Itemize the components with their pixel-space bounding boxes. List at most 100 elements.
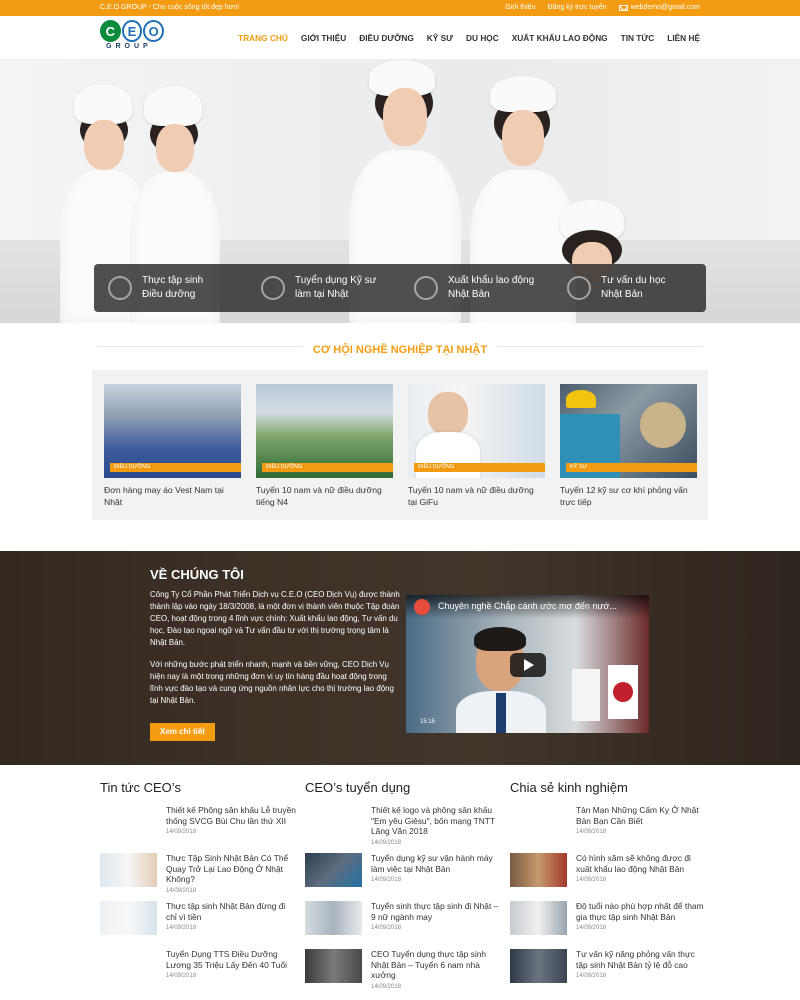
logo-letter-o: O	[143, 20, 165, 42]
news-title[interactable]: Thực Tập Sinh Nhật Bản Có Thể Quay Trở L…	[166, 853, 296, 885]
news-title[interactable]: Thiết kế Phông sân khấu Lễ truyền thống …	[166, 805, 296, 826]
top-link-about[interactable]: Giới thiệu	[505, 4, 535, 11]
column-title: CEO’s tuyển dụng	[305, 780, 411, 795]
career-card[interactable]: KỸ SƯ Tuyển 12 kỹ sư cơ khí phỏng vấn tr…	[560, 384, 697, 508]
card-image: ĐIỀU DƯỠNG	[256, 384, 393, 478]
search-icon	[567, 276, 591, 300]
news-item[interactable]: Tuyển dụng kỹ sư vận hành máy làm việc t…	[305, 853, 505, 901]
video-speaker	[456, 625, 546, 733]
nav-home[interactable]: TRANG CHỦ	[238, 33, 288, 43]
news-item[interactable]: Tư vấn kỹ năng phỏng vấn thực tập sinh N…	[510, 949, 710, 997]
feature-line1: Thực tập sinh	[142, 275, 204, 286]
news-item[interactable]: Thực Tập Sinh Nhật Bản Có Thể Quay Trở L…	[100, 853, 300, 901]
news-thumb[interactable]	[510, 949, 567, 983]
about-section: VỀ CHÚNG TÔI Công Ty Cổ Phần Phát Triển …	[0, 551, 800, 765]
about-title: VỀ CHÚNG TÔI	[150, 567, 244, 582]
news-title[interactable]: Tư vấn kỹ năng phỏng vấn thực tập sinh N…	[576, 949, 706, 970]
tools-icon	[261, 276, 285, 300]
feature-line2: Điều dưỡng	[142, 289, 196, 300]
mail-icon	[618, 4, 628, 11]
top-links: Giới thiệu Đăng ký trực tuyến webdemo@gm…	[505, 4, 700, 11]
globe-icon	[108, 276, 132, 300]
play-icon[interactable]	[510, 653, 546, 677]
career-card[interactable]: ĐIỀU DƯỠNG Tuyển 10 nam và nữ điều dưỡng…	[256, 384, 393, 508]
logo-group: GROUP	[106, 43, 152, 50]
feature-line2: làm tại Nhật	[295, 289, 349, 300]
news-title[interactable]: CEO Tuyển dụng thực tập sinh Nhật Bản – …	[371, 949, 501, 981]
video-player[interactable]: Chuyên nghề Chắp cánh ước mơ đến nướ... …	[406, 595, 649, 733]
news-title[interactable]: Thực tập sinh Nhật Bản đừng đi chỉ vì ti…	[166, 901, 296, 922]
news-thumb[interactable]	[100, 853, 157, 887]
top-link-register[interactable]: Đăng ký trực tuyến	[547, 4, 606, 11]
feature-study-abroad[interactable]: Tư vấn du học Nhật Bản	[553, 264, 706, 312]
news-date: 14/09/2018	[166, 925, 197, 931]
news-date: 14/09/2018	[371, 839, 402, 846]
channel-avatar[interactable]	[414, 599, 430, 615]
card-image: ĐIỀU DƯỠNG	[104, 384, 241, 478]
plane-icon	[414, 276, 438, 300]
news-item[interactable]: Tuyển sinh thực tập sinh đi Nhật – 9 nữ …	[305, 901, 505, 949]
top-email[interactable]: webdemo@gmail.com	[618, 4, 700, 11]
career-card[interactable]: ĐIỀU DƯỠNG Tuyển 10 nam và nữ điều dưỡng…	[408, 384, 545, 508]
career-card[interactable]: ĐIỀU DƯỠNG Đơn hàng may áo Vest Nam tại …	[104, 384, 241, 508]
news-column-ceo: Tin tức CEO’s Thiết kế Phông sân khấu Lễ…	[100, 780, 300, 997]
feature-engineer[interactable]: Tuyển dụng Kỹ sư làm tại Nhật	[247, 264, 400, 312]
news-item[interactable]: CEO Tuyển dụng thực tập sinh Nhật Bản – …	[305, 949, 505, 997]
news-thumb[interactable]	[510, 853, 567, 887]
news-title[interactable]: Tuyển dụng kỹ sư vận hành máy làm việc t…	[371, 853, 501, 874]
logo[interactable]: C E O GROUP	[100, 20, 165, 56]
nav-engineer[interactable]: KỸ SƯ	[427, 33, 453, 43]
card-title: Tuyển 10 nam và nữ điều dưỡng tại GiFu	[408, 485, 534, 507]
ceo-sign	[572, 669, 600, 721]
feature-nursing-intern[interactable]: Thực tập sinh Điều dưỡng	[94, 264, 247, 312]
card-category: ĐIỀU DƯỠNG	[262, 463, 393, 472]
news-item[interactable]: Độ tuổi nào phù hợp nhất để tham gia thự…	[510, 901, 710, 949]
column-title: Tin tức CEO’s	[100, 780, 181, 795]
news-item[interactable]: Tản Mạn Những Cấm Kỵ Ở Nhật Bản Bạn Cần …	[510, 805, 710, 853]
view-details-button[interactable]: Xem chi tiết	[150, 723, 215, 741]
news-thumb[interactable]	[510, 901, 567, 935]
card-title: Đơn hàng may áo Vest Nam tại Nhật	[104, 485, 224, 507]
career-cards: ĐIỀU DƯỠNG Đơn hàng may áo Vest Nam tại …	[92, 370, 708, 520]
card-image: ĐIỀU DƯỠNG	[408, 384, 545, 478]
news-date: 14/09/2018	[371, 925, 402, 931]
news-thumb[interactable]	[100, 901, 157, 935]
news-column-recruitment: CEO’s tuyển dụng Thiết kế logo và phông …	[305, 780, 505, 997]
nav-nursing[interactable]: ĐIỀU DƯỠNG	[359, 33, 414, 43]
news-title[interactable]: Tuyển Dụng TTS Điều Dưỡng Lương 35 Triệu…	[166, 949, 296, 970]
news-item[interactable]: Thiết kế Phông sân khấu Lễ truyền thống …	[100, 805, 300, 853]
feature-line2: Nhật Bản	[448, 289, 490, 300]
nav-news[interactable]: TIN TỨC	[621, 33, 655, 43]
card-title: Tuyển 10 nam và nữ điều dưỡng tiếng N4	[256, 485, 382, 507]
japan-flag	[608, 665, 638, 719]
feature-labor-export[interactable]: Xuất khẩu lao động Nhật Bản	[400, 264, 553, 312]
nav-labor-export[interactable]: XUẤT KHẨU LAO ĐỘNG	[512, 33, 608, 43]
card-category: KỸ SƯ	[566, 463, 697, 472]
nav-about[interactable]: GIỚI THIỆU	[301, 33, 346, 43]
video-title[interactable]: Chuyên nghề Chắp cánh ước mơ đến nướ...	[406, 595, 649, 619]
nav-study-abroad[interactable]: DU HỌC	[466, 33, 499, 43]
news-thumb[interactable]	[305, 901, 362, 935]
news-title[interactable]: Có hình xăm sẽ không được đi xuất khẩu l…	[576, 853, 706, 874]
news-item[interactable]: Có hình xăm sẽ không được đi xuất khẩu l…	[510, 853, 710, 901]
card-title: Tuyển 12 kỹ sư cơ khí phỏng vấn trực tiế…	[560, 485, 688, 507]
news-item[interactable]: Thiết kế logo và phông sân khấu "Em yêu …	[305, 805, 505, 853]
news-thumb[interactable]	[305, 949, 362, 983]
news-thumb[interactable]	[305, 853, 362, 887]
news-title[interactable]: Thiết kế logo và phông sân khấu "Em yêu …	[371, 805, 501, 837]
nav-contact[interactable]: LIÊN HỆ	[667, 33, 700, 43]
news-date: 14/09/2018	[371, 983, 402, 990]
header: C E O GROUP TRANG CHỦ GIỚI THIỆU ĐIỀU DƯ…	[0, 16, 800, 60]
news-date: 14/09/2018	[576, 829, 607, 835]
news-title[interactable]: Tuyển sinh thực tập sinh đi Nhật – 9 nữ …	[371, 901, 501, 922]
news-date: 14/09/2018	[576, 973, 607, 979]
tagline: C.E.O GROUP - Cho cuộc sống tốt đẹp hơn!	[100, 4, 240, 11]
news-item[interactable]: Tuyển Dụng TTS Điều Dưỡng Lương 35 Triệu…	[100, 949, 300, 997]
news-item[interactable]: Thực tập sinh Nhật Bản đừng đi chỉ vì ti…	[100, 901, 300, 949]
news-date: 14/09/2018	[576, 925, 607, 931]
video-time: 15:15	[420, 719, 436, 725]
news-date: 14/09/2018	[166, 829, 197, 835]
news-title[interactable]: Độ tuổi nào phù hợp nhất để tham gia thự…	[576, 901, 706, 922]
news-title[interactable]: Tản Mạn Những Cấm Kỵ Ở Nhật Bản Bạn Cần …	[576, 805, 706, 826]
news-date: 14/09/2018	[371, 877, 402, 883]
